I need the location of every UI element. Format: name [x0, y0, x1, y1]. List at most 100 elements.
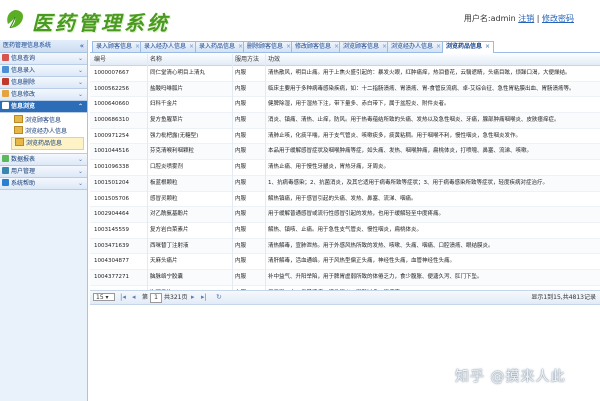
table-row[interactable]: 1000971254 强力枇杷露(无糖型) 内服 清肺止咳，化痰平喘，用于支气管炎、咳… [90, 129, 600, 145]
column-header-id[interactable]: 编号 [94, 54, 142, 65]
chevron-up-icon: ⌃ [77, 103, 83, 110]
column-divider [265, 54, 266, 290]
user-area: 用户名:admin 注销 | 修改密码 [464, 13, 574, 24]
tab[interactable]: 浏览经办人信息 × [387, 41, 446, 52]
cell-usage: 内服 [235, 179, 247, 186]
cell-id: 1000640660 [94, 101, 129, 108]
tab-label: 浏览顾客信息 [343, 43, 380, 50]
cell-id: 1000686310 [94, 117, 129, 124]
submenu-item[interactable]: 浏览顾客信息 [0, 115, 87, 126]
folder-icon [14, 115, 23, 123]
column-header-effect[interactable]: 功效 [268, 54, 586, 65]
cell-name: 复方鱼腥草片 [150, 117, 184, 124]
table-row[interactable]: 1000640660 妇科千金片 内服 健脾除湿，用于湿热下注，带下量多、赤白带下，属… [90, 97, 600, 114]
chevron-down-icon: ⌄ [77, 55, 83, 62]
tab-label: 浏览经办人信息 [391, 43, 434, 50]
table-row[interactable]: 1000007667 同仁堂清心明目上清丸 内服 清热散风，明目止痛。用于上焦火盛引起… [90, 66, 600, 82]
cell-usage: 内服 [235, 117, 247, 124]
cell-name: 盐酸吗啉胍片 [150, 85, 184, 92]
table-row[interactable]: 1000562256 盐酸吗啉胍片 内服 临床主要用于多种病毒感染疾病，如：十二指肠溃… [90, 81, 600, 98]
table-row[interactable]: 1002904464 对乙酰氨基酚片 内服 用于缓解普通感冒或流行性感冒引起的发热，也… [90, 207, 600, 223]
cell-effect: 补中益气、升阳举陷，用于脾胃虚弱所致的体倦乏力，食少腹胀、便溏久泻、肛门下坠。 [268, 273, 483, 280]
tab[interactable]: 浏览顾客信息 × [339, 41, 392, 52]
table-row[interactable]: 1003145559 复方岩白菜素片 内服 解热、镇咳、止痛。用于急性支气管炎、慢性咽… [90, 223, 600, 239]
close-icon[interactable]: × [189, 43, 194, 50]
cell-id: 1000562256 [94, 85, 129, 92]
chevron-down-icon: ⌄ [77, 67, 83, 74]
sidebar-collapse-button[interactable]: « [80, 40, 84, 52]
tab[interactable]: 修改顾客信息 × [291, 41, 344, 52]
data-grid: 编号 名称 服用方法 功效 1000007667 同仁堂清心明目上清丸 内服 清热散风… [90, 54, 600, 302]
table-row[interactable]: 1001096338 口腔炎喷雾剂 内服 清热止痛、用于慢性牙龈炎，胃热牙痛，牙周炎。 [90, 160, 600, 176]
menu-icon [2, 155, 9, 162]
cell-effect: 健脾除湿，用于湿热下注，带下量多、赤白带下，属于盆腔炎、附件炎者。 [268, 101, 450, 108]
cell-name: 对乙酰氨基酚片 [150, 211, 189, 218]
cell-effect: 解热镇痛，用于感冒引起的头痛、发热、鼻塞、流涕、咽痛。 [268, 195, 417, 202]
cell-id: 1001096338 [94, 164, 129, 171]
page-size-value: 15 [96, 294, 104, 301]
sidebar-menu-item[interactable]: 用户管理 ⌄ [0, 166, 87, 178]
cell-effect: 1、抗病毒感染；2、抗菌消炎，及其它适用于病毒所致等症状；3、用于病毒感染所致等… [268, 179, 549, 186]
change-password-link[interactable]: 修改密码 [542, 14, 574, 23]
cell-name: 同仁堂清心明目上清丸 [150, 70, 206, 76]
sidebar-menu-item[interactable]: 系统帮助 ⌄ [0, 178, 87, 190]
page-size-select[interactable]: 15 ▾ [93, 293, 115, 301]
cell-name: 天麻头痛片 [150, 258, 178, 265]
table-row[interactable]: 1001501204 板蓝根颗粒 内服 1、抗病毒感染；2、抗菌消炎，及其它适用于病毒… [90, 175, 600, 192]
cell-id: 1003471639 [94, 242, 129, 249]
cell-effect: 清肝解毒，活血通络。用于风热型偏正头痛，神经性头痛，血管神经性头痛。 [268, 258, 456, 265]
close-icon[interactable]: × [436, 43, 441, 50]
tab[interactable]: 删除顾客信息 × [243, 41, 296, 52]
menu-label: 信息修改 [11, 91, 36, 98]
page-prefix: 第 [142, 294, 149, 301]
cell-usage: 内服 [235, 148, 247, 155]
page-number-input[interactable]: 1 [150, 293, 162, 303]
sidebar-menu-item[interactable]: 信息删除 ⌄ [0, 77, 87, 89]
close-icon[interactable]: × [485, 43, 490, 50]
first-page-icon[interactable]: |◂ [120, 293, 126, 302]
sidebar-menu-item[interactable]: 数据报表 ⌄ [0, 154, 87, 166]
sidebar-menu-item[interactable]: 信息修改 ⌄ [0, 89, 87, 101]
tab[interactable]: 录入经办人信息 × [140, 41, 199, 52]
submenu-label: 浏览药品信息 [26, 140, 63, 147]
table-row[interactable]: 1000686310 复方鱼腥草片 内服 消炎、镇痛、清热、止痒，防风。用于热毒蕴结所… [90, 113, 600, 129]
table-row[interactable]: 1004377271 脑脉络宁胶囊 内服 补中益气、升阳举陷，用于脾胃虚弱所致的体倦乏… [90, 269, 600, 286]
cell-id: 1003145559 [94, 226, 129, 233]
table-row[interactable]: 1001044516 芬克清喉利咽颗粒 内服 本品用于缓解感冒症状及咽喉肿痛等症，如头… [90, 144, 600, 161]
tab[interactable]: 录入药品信息 × [195, 41, 248, 52]
cell-effect: 用于缓解普通感冒或流行性感冒引起的发热，也用于缓解轻至中度疼痛。 [268, 211, 445, 218]
last-page-icon[interactable]: ▸| [201, 293, 207, 302]
submenu-item[interactable]: 浏览经办人信息 [0, 126, 87, 137]
chevron-down-icon: ⌄ [77, 180, 83, 187]
tab-bar: 录入顾客信息 × 录入经办人信息 × 录入药品信息 × 删除顾客信息 × 修改顾客信息 × 浏览顾客… [90, 40, 600, 53]
chevron-down-icon: ⌄ [77, 168, 83, 175]
tab[interactable]: 录入顾客信息 × [92, 41, 145, 52]
column-header-usage[interactable]: 服用方法 [235, 54, 265, 65]
prev-page-icon[interactable]: ◂ [132, 293, 136, 302]
tab[interactable]: 浏览药品信息 × [442, 41, 495, 53]
refresh-icon[interactable]: ↻ [216, 293, 222, 302]
cell-effect: 临床主要用于多种病毒感染疾病，如：十二指肠溃疡、胃溃疡、胃-食管反流病、卓-艾综… [268, 85, 575, 92]
sidebar-menu-item[interactable]: 信息录入 ⌄ [0, 65, 87, 77]
table-row[interactable]: 1004304877 天麻头痛片 内服 清肝解毒，活血通络。用于风热型偏正头痛，神经性… [90, 254, 600, 270]
menu-icon [2, 167, 9, 174]
cell-id: 1000007667 [94, 70, 129, 76]
table-row[interactable]: 1003471639 西咪替丁注射液 内服 清热解毒，宣肺泄热。用于外感风热所致的发热… [90, 238, 600, 255]
cell-id: 1002904464 [94, 211, 129, 218]
submenu-item[interactable]: 浏览药品信息 [11, 137, 84, 150]
cell-effect: 本品用于缓解感冒症状及咽喉肿痛等症，如头痛、发热、咽喉肿痛，扁桃体炎，打喷嚏、鼻… [268, 148, 533, 155]
menu-label: 信息查询 [11, 55, 36, 62]
sidebar-menu-item[interactable]: 信息浏览 ⌃ [0, 101, 87, 113]
column-divider [147, 54, 148, 290]
sidebar-menu-item[interactable]: 信息查询 ⌄ [0, 53, 87, 65]
table-row[interactable]: 1001505706 感冒灵颗粒 内服 解热镇痛，用于感冒引起的头痛、发热、鼻塞、流涕… [90, 192, 600, 208]
separator: | [536, 14, 540, 23]
next-page-icon[interactable]: ▸ [191, 293, 195, 302]
cell-id: 1001505706 [94, 195, 129, 202]
logout-link[interactable]: 注销 [518, 14, 534, 23]
column-header-name[interactable]: 名称 [150, 54, 230, 65]
tab-label: 浏览药品信息 [446, 43, 483, 50]
cell-usage: 内服 [235, 242, 247, 249]
cell-usage: 内服 [235, 211, 247, 218]
cell-id: 1000971254 [94, 132, 129, 139]
